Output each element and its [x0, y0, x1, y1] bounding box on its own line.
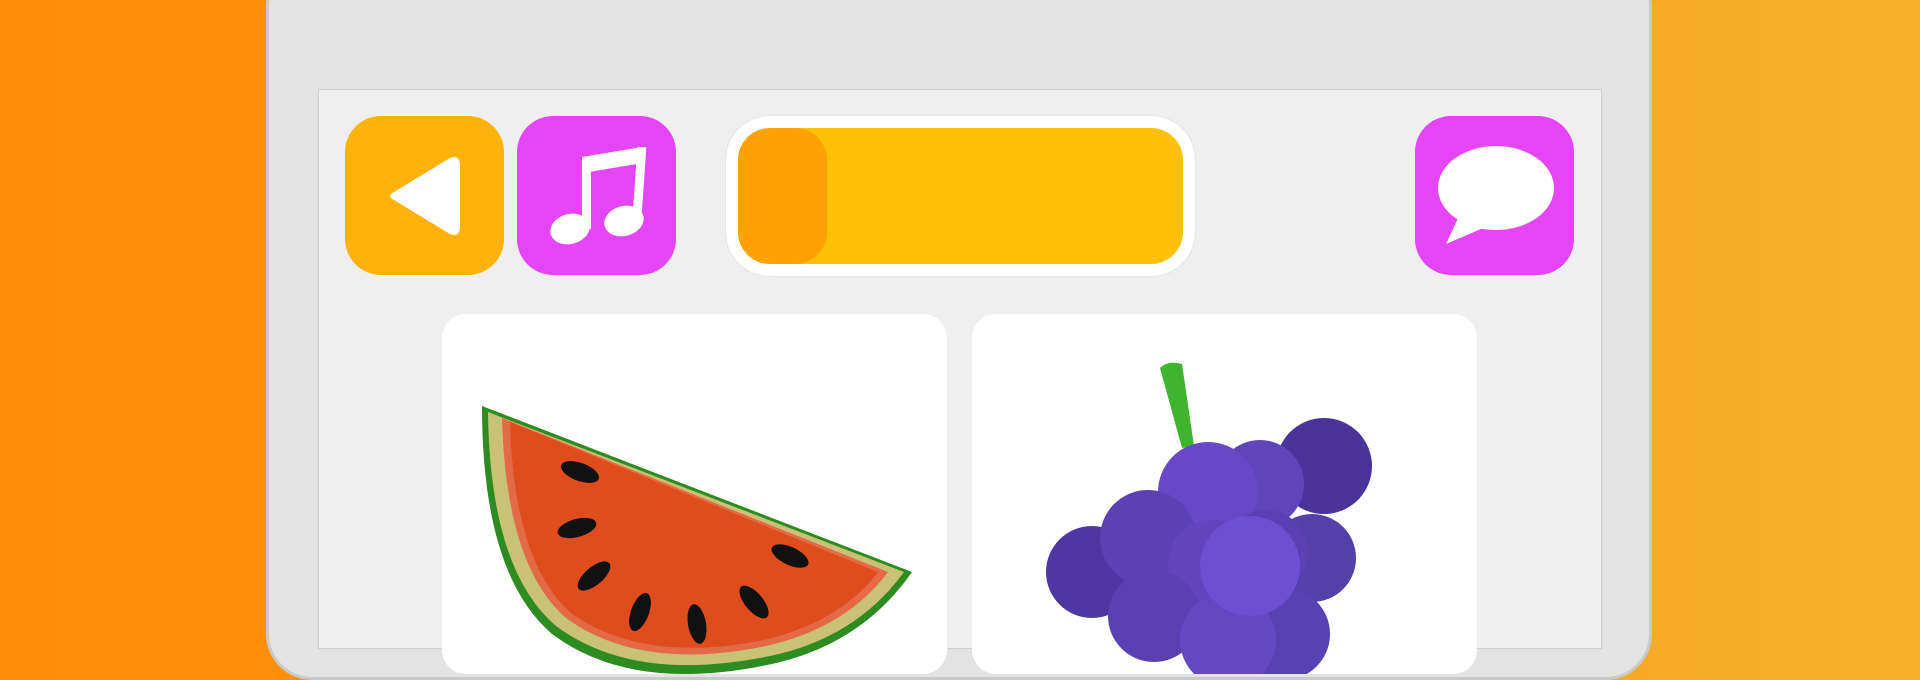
- back-button[interactable]: [345, 116, 504, 275]
- progress-track: [738, 128, 1183, 264]
- progress-bar: [726, 116, 1195, 276]
- grapes-icon: [1046, 362, 1372, 674]
- music-button[interactable]: [517, 116, 676, 275]
- watermelon-icon: [482, 406, 912, 674]
- choice-card-watermelon[interactable]: [442, 314, 947, 674]
- choice-card-grapes[interactable]: [972, 314, 1477, 674]
- back-triangle-icon: [389, 156, 460, 235]
- progress-fill: [738, 128, 827, 264]
- speech-bubble-icon: [1437, 145, 1554, 244]
- music-note-icon: [549, 146, 646, 244]
- speech-button[interactable]: [1415, 116, 1574, 275]
